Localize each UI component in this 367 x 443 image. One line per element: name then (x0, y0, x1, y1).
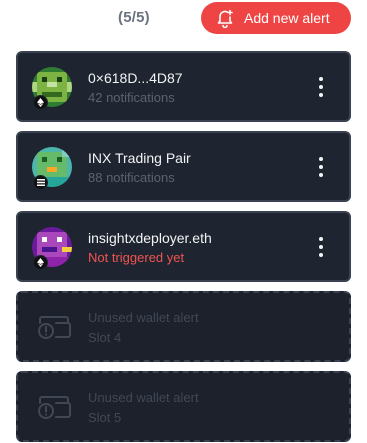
slot-label: Slot 5 (88, 410, 122, 425)
alert-title: insightxdeployer.eth (88, 230, 212, 246)
bell-plus-icon (215, 8, 235, 28)
alert-subtitle: 42 notifications (88, 90, 175, 105)
header-bar: (5/5) Add new alert (0, 0, 367, 36)
unused-slot-card-4[interactable]: Unused wallet alert Slot 4 (16, 291, 351, 362)
alert-title: 0×618D...4D87 (88, 70, 183, 86)
wallet-alert-icon (38, 316, 71, 339)
slot-label: Slot 4 (88, 330, 122, 345)
add-new-alert-label: Add new alert (244, 10, 330, 26)
alert-card-1[interactable]: 0×618D...4D87 42 notifications (16, 51, 351, 122)
slot-count: (5/5) (118, 9, 150, 26)
more-vertical-icon[interactable] (314, 237, 328, 257)
chain-badge-icon (33, 255, 48, 270)
alert-title: INX Trading Pair (88, 150, 191, 166)
more-vertical-icon[interactable] (314, 77, 328, 97)
alert-subtitle: 88 notifications (88, 170, 175, 185)
alert-card-3[interactable]: insightxdeployer.eth Not triggered yet (16, 211, 351, 282)
wallet-alert-icon (38, 396, 71, 419)
add-new-alert-button[interactable]: Add new alert (201, 2, 351, 34)
alert-status: Not triggered yet (88, 250, 185, 265)
chain-badge-icon (33, 175, 48, 190)
chain-badge-icon (33, 95, 48, 110)
unused-slot-title: Unused wallet alert (88, 310, 199, 325)
alert-card-2[interactable]: INX Trading Pair 88 notifications (16, 131, 351, 202)
more-vertical-icon[interactable] (314, 157, 328, 177)
unused-slot-title: Unused wallet alert (88, 390, 199, 405)
unused-slot-card-5[interactable]: Unused wallet alert Slot 5 (16, 371, 351, 442)
